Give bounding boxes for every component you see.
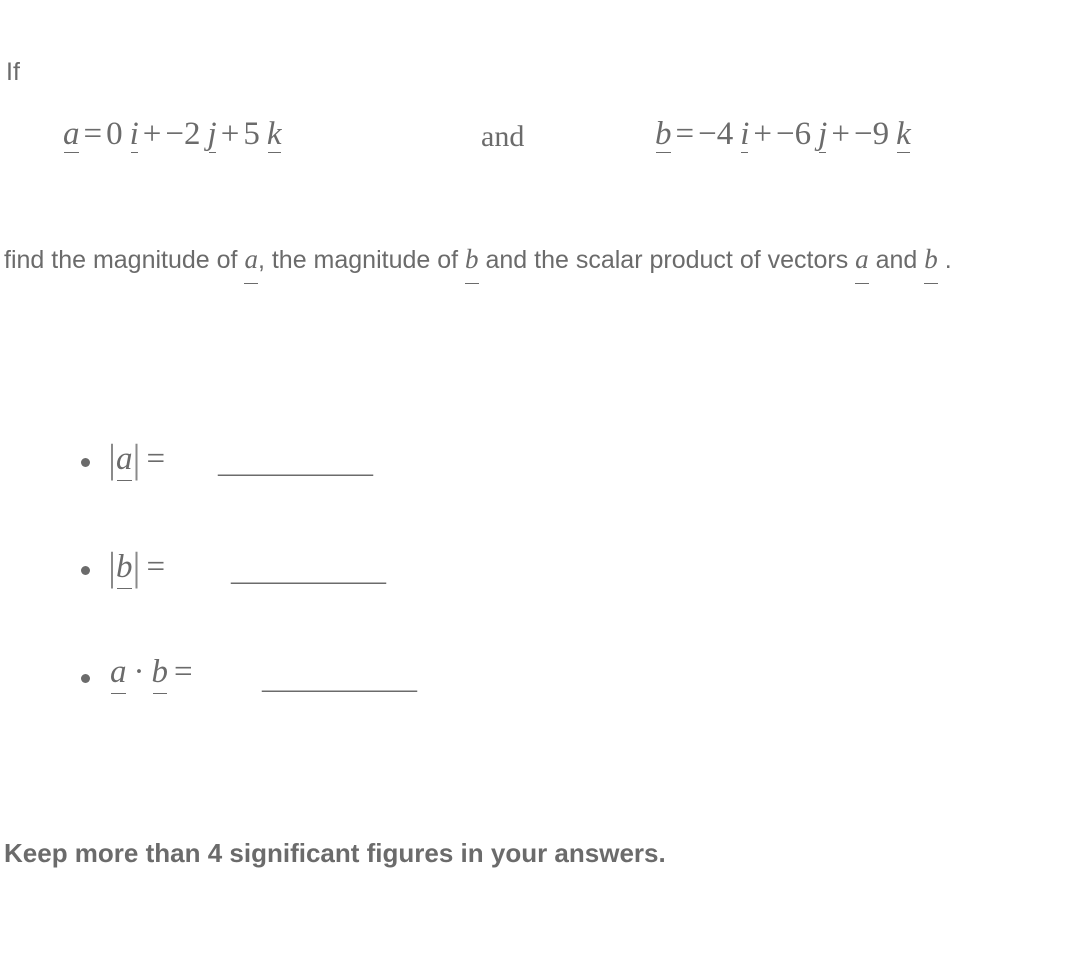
vector-b-equals: = <box>675 116 695 152</box>
list-item: a · b = __________ <box>0 652 1080 760</box>
unit-vector-k: k <box>266 116 282 153</box>
if-label: If <box>6 58 20 86</box>
instructions-text-1: find the magnitude of <box>4 246 245 274</box>
vector-b-i-coefficient: −4 <box>698 116 734 152</box>
instructions-paragraph: find the magnitude of a, the magnitude o… <box>4 236 1080 284</box>
answer-blank-dot-product[interactable]: __________ <box>262 660 417 696</box>
magnitude-b-label: |b| = <box>108 544 165 589</box>
instructions-text-4: and <box>868 246 925 274</box>
vector-a-plus-1: + <box>142 116 162 152</box>
bullet-icon <box>81 674 90 683</box>
vector-a-plus-2: + <box>220 116 240 152</box>
instructions-text-2: , the magnitude of <box>257 246 466 274</box>
vector-b-symbol: b <box>152 652 168 694</box>
unit-vector-j: j <box>207 116 217 153</box>
vector-b-symbol: b <box>116 547 133 589</box>
worksheet-page: { "intro": { "if_text": "If" }, "equatio… <box>0 0 1080 960</box>
answer-list: |a| = __________ |b| = __________ a · b = ___… <box>0 436 1080 760</box>
unit-vector-j: j <box>818 116 828 153</box>
equals-sign: = <box>174 654 193 690</box>
equation-conjunction: and <box>481 120 525 153</box>
vector-b-reference: b <box>465 236 479 284</box>
abs-bar-open: | <box>108 436 117 481</box>
answer-blank-magnitude-a[interactable]: __________ <box>218 444 373 480</box>
bullet-icon <box>81 458 90 467</box>
vector-a-symbol: a <box>116 439 133 481</box>
vector-b-plus-1: + <box>753 116 773 152</box>
equals-sign: = <box>146 549 166 585</box>
vector-b-k-coefficient: −9 <box>853 116 890 152</box>
dot-product-label: a · b = <box>110 652 193 694</box>
vector-a-symbol: a <box>63 116 80 153</box>
dot-product-operator: · <box>133 654 145 690</box>
abs-bar-close: | <box>132 544 141 589</box>
unit-vector-k: k <box>896 116 911 153</box>
answer-blank-magnitude-b[interactable]: __________ <box>231 552 386 588</box>
vector-b-symbol: b <box>655 116 672 153</box>
unit-vector-i: i <box>129 116 139 153</box>
vector-a-reference: a <box>244 236 258 284</box>
vector-a-symbol: a <box>110 652 127 694</box>
instructions-text-5: . <box>937 246 952 274</box>
unit-vector-i: i <box>740 116 750 153</box>
list-item: |b| = __________ <box>0 544 1080 652</box>
vector-b-plus-2: + <box>831 116 850 152</box>
vector-a-j-coefficient: −2 <box>165 116 201 152</box>
vector-b-j-coefficient: −6 <box>776 116 812 152</box>
equals-sign: = <box>146 441 166 477</box>
vector-b-equation: b = −4 i + −6 j + −9 k <box>655 118 911 153</box>
abs-bar-open: | <box>108 544 117 589</box>
vector-a-equals: = <box>83 116 103 152</box>
abs-bar-close: | <box>132 436 141 481</box>
vector-a-reference-2: a <box>855 236 869 284</box>
instructions-text-3: and the scalar product of vectors <box>478 246 856 274</box>
equation-row: a = 0 i + −2 j +5 k and b = −4 i + −6 j + −9 k <box>0 106 1080 170</box>
magnitude-a-label: |a| = <box>108 436 165 481</box>
vector-b-reference-2: b <box>924 236 938 284</box>
bullet-icon <box>81 566 90 575</box>
vector-a-k-coefficient: 5 <box>243 116 260 152</box>
vector-a-equation: a = 0 i + −2 j +5 k <box>63 118 282 153</box>
list-item: |a| = __________ <box>0 436 1080 544</box>
vector-a-i-coefficient: 0 <box>106 116 123 152</box>
significant-figures-note: Keep more than 4 significant figures in … <box>4 838 666 868</box>
